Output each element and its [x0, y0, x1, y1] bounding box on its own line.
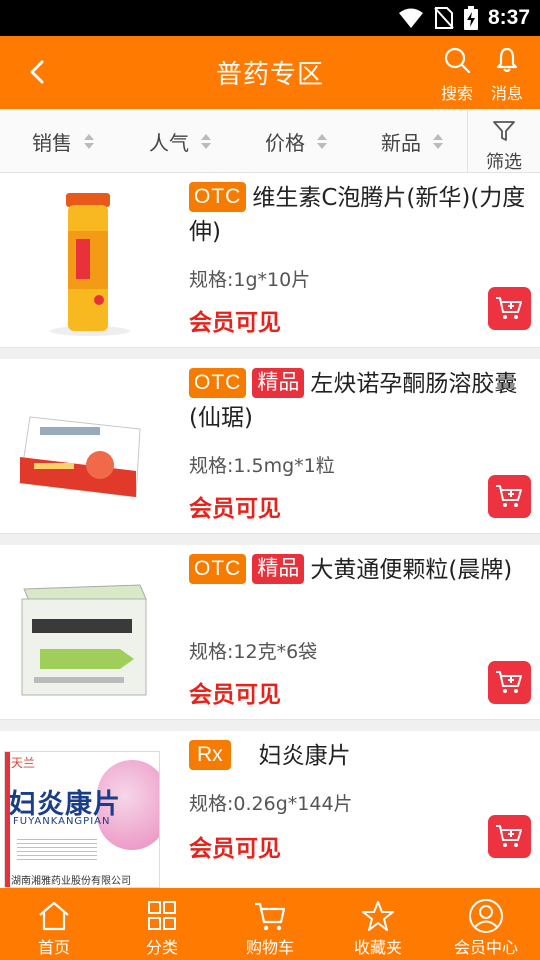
rx-tag: Rx	[189, 740, 231, 770]
otc-tag: OTC	[189, 554, 247, 584]
sort-arrows-icon	[201, 133, 211, 149]
filter-button[interactable]: 筛选	[467, 109, 540, 173]
product-name[interactable]: OTC 精品 大黄通便颗粒(晨牌)	[189, 553, 530, 587]
home-icon	[39, 901, 69, 931]
messages-button[interactable]: 消息	[482, 46, 532, 103]
add-to-cart-button[interactable]	[488, 661, 531, 704]
capsule-box-image	[10, 377, 175, 527]
tab-home-label: 首页	[37, 938, 70, 957]
granule-box-image	[10, 559, 175, 715]
product-spec: 规格:1g*10片	[189, 269, 311, 291]
box-brand-text: 天兰	[11, 756, 36, 770]
grid-icon	[148, 901, 176, 930]
tab-home[interactable]: 首页	[0, 888, 108, 960]
cart-add-icon	[496, 825, 522, 847]
sort-bar: 销售 人气 价格 新品 筛选	[0, 109, 540, 173]
tablet-box-image: 天兰 妇炎康片 FUYANKANGPIAN 湖南湘雅药业股份有限公司	[4, 751, 160, 888]
sort-popularity[interactable]: 人气	[149, 109, 211, 173]
tab-favorites-label: 收藏夹	[353, 938, 402, 957]
sort-new-label: 新品	[381, 130, 421, 155]
sort-arrows-icon	[317, 133, 327, 149]
product-card[interactable]: OTC 精品 大黄通便颗粒(晨牌) 规格:12克*6袋 会员可见	[0, 545, 540, 731]
product-card[interactable]: OTC 维生素C泡腾片(新华)(力度伸) 规格:1g*10片 会员可见	[0, 173, 540, 359]
price-visible-to-members: 会员可见	[189, 310, 281, 336]
sort-new[interactable]: 新品	[381, 109, 443, 173]
premium-tag: 精品	[252, 368, 305, 398]
product-title: 大黄通便颗粒(晨牌)	[310, 557, 513, 583]
tab-category[interactable]: 分类	[108, 888, 216, 960]
price-visible-to-members: 会员可见	[189, 496, 281, 522]
filter-icon	[493, 121, 515, 141]
user-icon	[469, 899, 503, 933]
app-header: 普药专区 搜索 消息	[0, 36, 540, 109]
product-name[interactable]: Rx 妇炎康片	[189, 739, 530, 773]
product-spec: 规格:12克*6袋	[189, 641, 318, 663]
battery-charging-icon	[463, 6, 478, 30]
card-separator	[0, 719, 540, 731]
product-list: OTC 维生素C泡腾片(新华)(力度伸) 规格:1g*10片 会员可见 OTC 精品…	[0, 173, 540, 888]
sort-sales[interactable]: 销售	[32, 109, 94, 173]
tab-category-label: 分类	[145, 938, 178, 957]
add-to-cart-button[interactable]	[488, 815, 531, 858]
sort-price[interactable]: 价格	[265, 109, 327, 173]
search-label: 搜索	[440, 84, 473, 103]
sort-popularity-label: 人气	[149, 130, 189, 155]
bell-icon	[496, 47, 518, 73]
product-title: 妇炎康片	[258, 743, 351, 769]
search-button[interactable]: 搜索	[432, 46, 482, 103]
sort-arrows-icon	[84, 133, 94, 149]
messages-label: 消息	[490, 84, 523, 103]
product-name[interactable]: OTC 精品 左炔诺孕酮肠溶胶囊(仙琚)	[189, 367, 530, 435]
otc-tag: OTC	[189, 182, 247, 212]
tab-cart[interactable]: 购物车	[216, 888, 324, 960]
sort-price-label: 价格	[265, 130, 305, 155]
add-to-cart-button[interactable]	[488, 287, 531, 330]
filter-label: 筛选	[486, 152, 522, 173]
tab-member-center[interactable]: 会员中心	[432, 888, 540, 960]
sort-sales-label: 销售	[32, 130, 72, 155]
tab-favorites[interactable]: 收藏夹	[324, 888, 432, 960]
tab-member-center-label: 会员中心	[453, 938, 518, 957]
box-manufacturer: 湖南湘雅药业股份有限公司	[11, 876, 131, 887]
vitamin-tube-image	[10, 191, 175, 341]
add-to-cart-button[interactable]	[488, 475, 531, 518]
product-card[interactable]: 天兰 妇炎康片 FUYANKANGPIAN 湖南湘雅药业股份有限公司 Rx 妇炎康…	[0, 731, 540, 888]
sort-arrows-icon	[433, 133, 443, 149]
product-name[interactable]: OTC 维生素C泡腾片(新华)(力度伸)	[189, 181, 530, 249]
premium-tag: 精品	[252, 554, 305, 584]
card-separator	[0, 347, 540, 359]
cart-add-icon	[496, 485, 522, 507]
box-pinyin: FUYANKANGPIAN	[13, 816, 111, 827]
bottom-tab-bar: 首页 分类 购物车 收藏夹 会员中心	[0, 888, 540, 960]
product-spec: 规格:1.5mg*1粒	[189, 455, 335, 477]
card-separator	[0, 533, 540, 545]
clock: 8:37	[487, 6, 530, 29]
wifi-icon	[398, 8, 423, 28]
otc-tag: OTC	[189, 368, 247, 398]
search-icon	[444, 47, 471, 74]
cart-add-icon	[496, 297, 522, 319]
product-card[interactable]: OTC 精品 左炔诺孕酮肠溶胶囊(仙琚) 规格:1.5mg*1粒 会员可见	[0, 359, 540, 545]
price-visible-to-members: 会员可见	[189, 836, 281, 862]
product-spec: 规格:0.26g*144片	[189, 793, 353, 815]
shopping-cart-icon	[255, 902, 286, 931]
price-visible-to-members: 会员可见	[189, 682, 281, 708]
no-sim-icon	[434, 7, 454, 29]
cart-add-icon	[496, 671, 522, 693]
star-icon	[362, 901, 394, 931]
status-bar: 8:37	[0, 0, 540, 36]
tab-cart-label: 购物车	[245, 938, 294, 957]
